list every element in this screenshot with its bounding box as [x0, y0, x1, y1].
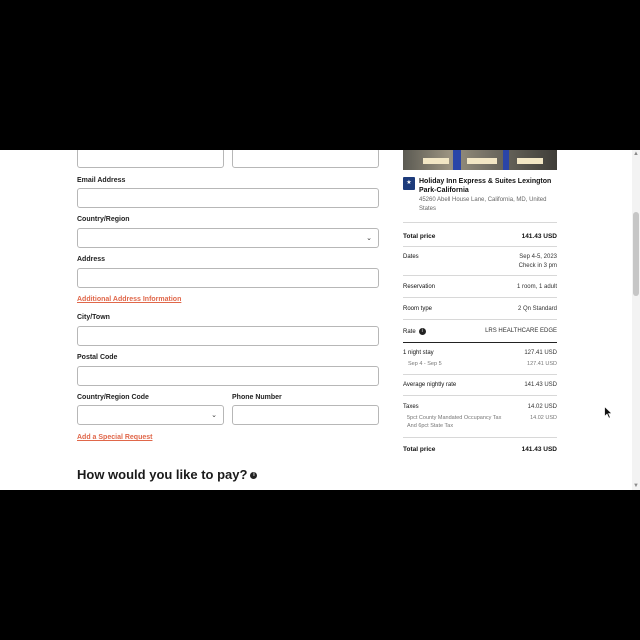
- city-label: City/Town: [77, 314, 110, 321]
- rate-label-row: Rate i: [403, 328, 426, 335]
- scrollbar-thumb[interactable]: [633, 212, 639, 296]
- divider: [403, 342, 557, 343]
- checkin-value: Check in 3 pm: [518, 263, 557, 269]
- reservation-value: 1 room, 1 adult: [516, 284, 557, 290]
- hotel-photo: [403, 150, 557, 170]
- postal-code-input[interactable]: [77, 366, 379, 386]
- divider: [403, 395, 557, 396]
- scroll-down-icon[interactable]: ▼: [633, 483, 639, 489]
- taxes-label: Taxes: [403, 404, 419, 410]
- payment-heading: How would you like to pay? i: [77, 467, 258, 482]
- divider: [403, 275, 557, 276]
- phone-label: Phone Number: [232, 394, 282, 401]
- mouse-cursor-icon: [604, 406, 613, 419]
- stay-dates-label: Sep 4 - Sep 5: [408, 361, 442, 367]
- first-name-input[interactable]: [77, 150, 224, 168]
- divider: [403, 297, 557, 298]
- city-input[interactable]: [77, 326, 379, 346]
- chevron-down-icon: ⌄: [366, 235, 372, 242]
- divider: [403, 246, 557, 247]
- tax-detail-value: 14.02 USD: [530, 415, 557, 421]
- last-name-input[interactable]: [232, 150, 379, 168]
- divider: [403, 437, 557, 438]
- divider: [403, 319, 557, 320]
- hotel-name: Holiday Inn Express & Suites Lexington P…: [419, 178, 552, 194]
- hotel-brand-logo: ★: [403, 177, 415, 190]
- avg-rate-label: Average nightly rate: [403, 382, 457, 388]
- reservation-label: Reservation: [403, 284, 436, 290]
- stay-value: 127.41 USD: [524, 350, 557, 356]
- email-label: Email Address: [77, 177, 126, 184]
- info-icon[interactable]: i: [250, 472, 258, 480]
- hotel-address: 45260 Abell House Lane, California, MD, …: [419, 197, 547, 212]
- email-input[interactable]: [77, 188, 379, 208]
- room-type-label: Room type: [403, 306, 433, 312]
- scroll-up-icon[interactable]: ▲: [633, 151, 639, 157]
- address-label: Address: [77, 256, 106, 263]
- stay-label: 1 night stay: [403, 350, 434, 356]
- avg-rate-value: 141.43 USD: [524, 382, 557, 388]
- total-price-value: 141.43 USD: [521, 233, 557, 240]
- tax-detail-line1: 5pct County Mandated Occupancy Tax: [407, 415, 502, 421]
- rate-value: LRS HEALTHCARE EDGE: [485, 328, 557, 334]
- stay-dates-value: 127.41 USD: [527, 361, 557, 367]
- tax-detail-line2: And 6pct State Tax: [407, 423, 454, 429]
- special-request-link[interactable]: Add a Special Request: [77, 434, 152, 441]
- country-code-select[interactable]: ⌄: [77, 405, 224, 425]
- address-input[interactable]: [77, 268, 379, 288]
- grand-total-label: Total price: [403, 446, 436, 453]
- dates-label: Dates: [403, 254, 419, 260]
- total-price-label: Total price: [403, 233, 436, 240]
- phone-input[interactable]: [232, 405, 379, 425]
- postal-code-label: Postal Code: [77, 354, 118, 361]
- additional-address-link[interactable]: Additional Address Information: [77, 296, 181, 303]
- info-icon[interactable]: i: [418, 328, 426, 335]
- chevron-down-icon: ⌄: [211, 412, 217, 419]
- room-type-value: 2 Qn Standard: [517, 306, 557, 312]
- divider: [403, 374, 557, 375]
- country-code-label: Country/Region Code: [77, 394, 149, 401]
- country-label: Country/Region: [77, 216, 130, 223]
- page-scrollbar[interactable]: ▲ ▼: [632, 150, 640, 490]
- payment-heading-text: How would you like to pay?: [77, 467, 248, 482]
- divider: [403, 222, 557, 223]
- checkout-page: Email Address Country/Region ⌄ Address A…: [0, 150, 640, 490]
- country-select[interactable]: ⌄: [77, 228, 379, 248]
- rate-label: Rate: [403, 329, 416, 336]
- grand-total-value: 141.43 USD: [521, 446, 557, 453]
- dates-value: Sep 4-5, 2023: [519, 254, 557, 260]
- taxes-value: 14.02 USD: [527, 404, 557, 410]
